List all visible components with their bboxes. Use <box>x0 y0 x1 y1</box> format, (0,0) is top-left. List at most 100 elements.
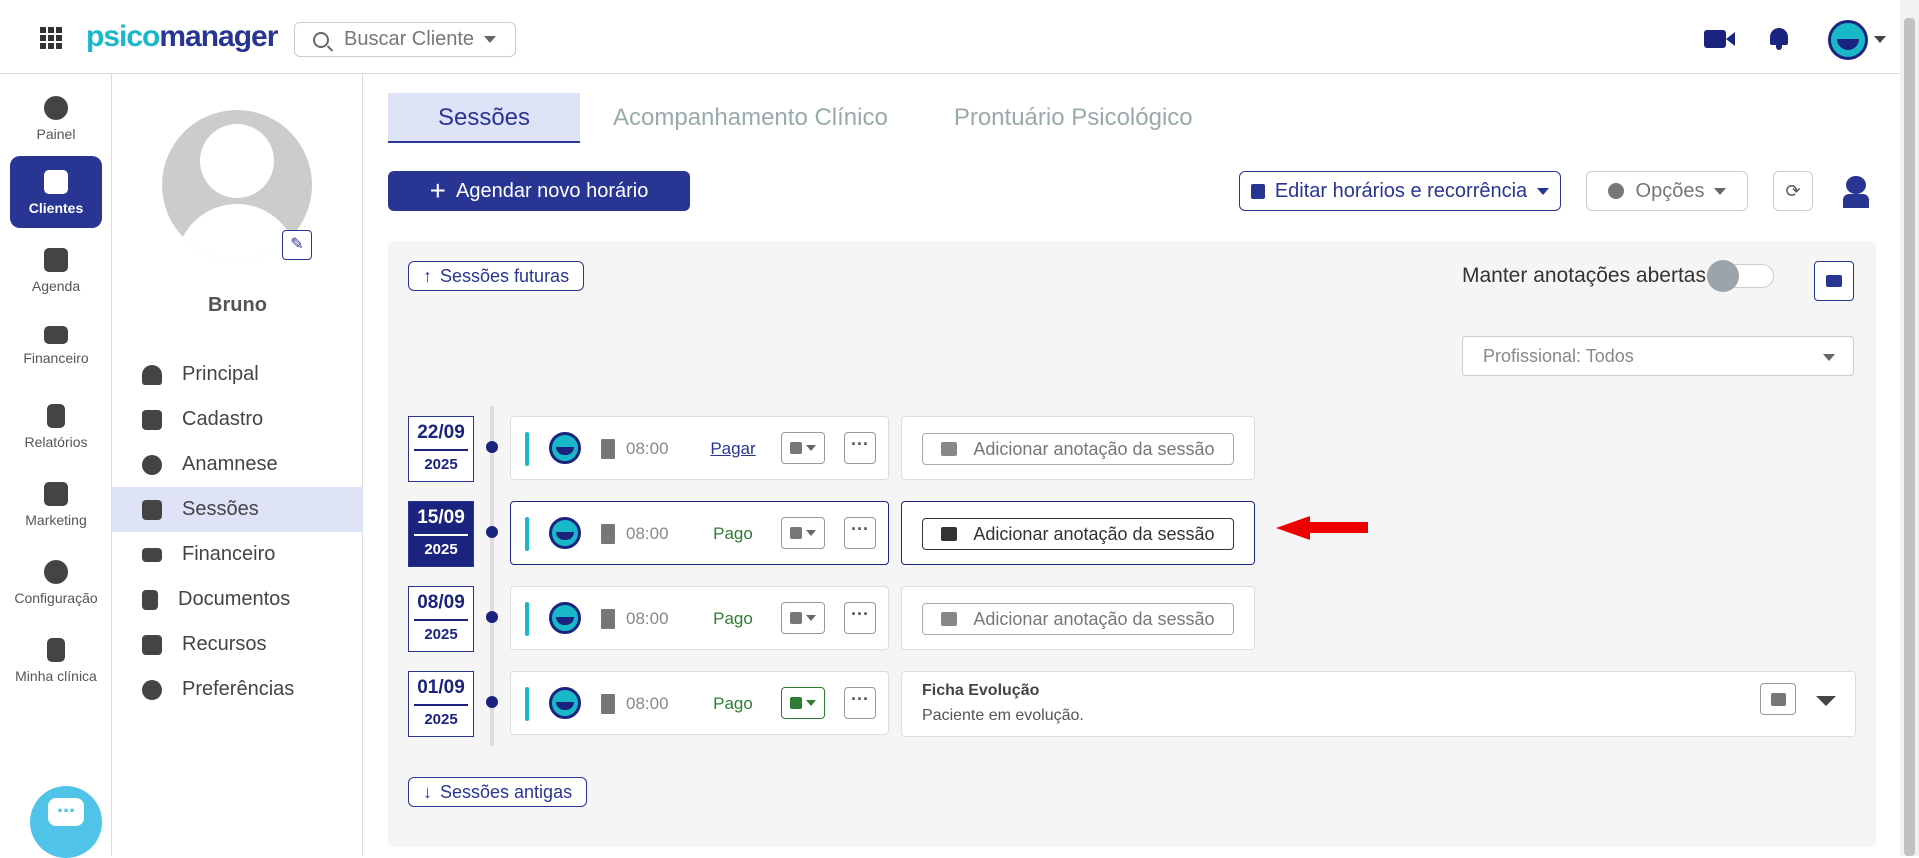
client-menu-recursos[interactable]: Recursos <box>112 622 363 667</box>
question-icon <box>142 454 162 475</box>
payment-status: Pago <box>713 694 753 713</box>
chevron-down-icon[interactable] <box>1874 36 1886 43</box>
chevron-down-icon <box>806 530 816 536</box>
building-icon <box>601 694 615 714</box>
options-button[interactable]: Opções <box>1586 171 1748 211</box>
main-nav-rail: Painel Clientes Agenda Financeiro Relató… <box>0 74 112 856</box>
nav-financeiro[interactable]: Financeiro <box>10 312 102 384</box>
top-bar: psicomanager Buscar Cliente <box>0 0 1900 74</box>
edit-note-button[interactable] <box>1760 683 1796 715</box>
status-dropdown[interactable] <box>781 517 825 549</box>
status-dropdown[interactable] <box>781 602 825 634</box>
status-dropdown-attended[interactable] <box>781 687 825 719</box>
client-menu-sessoes[interactable]: Sessões <box>112 487 363 532</box>
chevron-down-icon[interactable] <box>1816 696 1836 706</box>
evolution-title: Ficha Evolução <box>922 682 1040 699</box>
chat-support-icon[interactable] <box>30 786 102 858</box>
apps-grid-icon[interactable] <box>40 27 62 49</box>
schedule-new-button[interactable]: + Agendar novo horário <box>388 171 690 211</box>
client-name: Bruno <box>208 294 267 316</box>
money-icon <box>44 326 68 344</box>
professional-avatar <box>549 602 581 634</box>
payment-status: Pago <box>713 609 753 628</box>
search-client-dropdown[interactable]: Buscar Cliente <box>294 22 516 57</box>
more-options-button[interactable]: ··· <box>844 432 876 464</box>
chevron-down-icon <box>484 36 497 43</box>
building-icon <box>601 609 615 629</box>
past-sessions-button[interactable]: ↓ Sessões antigas <box>408 777 588 807</box>
tab-sessoes[interactable]: Sessões <box>388 93 580 143</box>
nav-agenda[interactable]: Agenda <box>10 234 102 306</box>
edit-icon <box>142 409 162 430</box>
calendar-icon <box>790 612 802 624</box>
nav-configuracao[interactable]: Configuração <box>10 546 102 618</box>
assistant-robot-icon[interactable] <box>1843 176 1869 208</box>
tab-prontuario-psicologico[interactable]: Prontuário Psicológico <box>921 93 1226 143</box>
client-menu-financeiro[interactable]: Financeiro <box>112 532 363 577</box>
bell-icon[interactable] <box>1768 26 1790 50</box>
client-panel: ✎ Bruno Principal Cadastro Anamnese Sess… <box>112 74 363 856</box>
nav-painel[interactable]: Painel <box>10 82 102 154</box>
evolution-note-card: Ficha Evolução Paciente em evolução. <box>901 671 1856 737</box>
status-dropdown[interactable] <box>781 432 825 464</box>
session-date: 01/09 2025 <box>408 671 474 737</box>
arrow-down-icon: ↓ <box>423 781 432 802</box>
edit-photo-button[interactable]: ✎ <box>282 230 312 260</box>
gear-icon <box>1607 183 1624 199</box>
chevron-down-icon <box>1714 187 1727 195</box>
gear-icon <box>142 679 162 700</box>
building-icon <box>601 524 615 544</box>
client-menu-documentos[interactable]: Documentos <box>112 577 363 622</box>
professional-avatar <box>549 517 581 549</box>
building-icon <box>47 638 65 662</box>
card-view-button[interactable] <box>1814 261 1854 301</box>
session-time: 08:00 <box>626 694 669 713</box>
more-options-button[interactable]: ··· <box>844 517 876 549</box>
session-date-selected: 15/09 2025 <box>408 501 474 567</box>
session-card[interactable]: 08:00 Pago ··· <box>510 501 889 565</box>
timeline-dot <box>486 441 498 453</box>
client-menu-anamnese[interactable]: Anamnese <box>112 442 363 487</box>
user-avatar[interactable] <box>1828 20 1868 60</box>
session-card[interactable]: 08:00 Pagar ··· <box>510 416 889 480</box>
session-card[interactable]: 08:00 Pago ··· <box>510 586 889 650</box>
professional-filter-select[interactable]: Profissional: Todos <box>1462 336 1854 376</box>
search-icon <box>313 31 329 48</box>
session-card[interactable]: 08:00 Pago ··· <box>510 671 889 735</box>
pay-link[interactable]: Pagar <box>703 439 763 459</box>
refresh-button[interactable]: ⟳ <box>1773 171 1813 211</box>
add-session-note-button[interactable]: Adicionar anotação da sessão <box>922 603 1234 635</box>
video-call-icon[interactable] <box>1704 30 1735 48</box>
chevron-down-icon <box>806 615 816 621</box>
page-scrollbar[interactable] <box>1900 0 1919 856</box>
calendar-icon <box>790 442 802 454</box>
future-sessions-button[interactable]: ↑ Sessões futuras <box>408 261 585 291</box>
note-edit-icon <box>941 442 958 456</box>
nav-clientes[interactable]: Clientes <box>10 156 102 228</box>
nav-minha-clinica[interactable]: Minha clínica <box>10 624 102 696</box>
briefcase-icon <box>142 499 162 520</box>
keep-notes-toggle[interactable] <box>1707 260 1774 292</box>
session-tabs: Sessões Acompanhamento Clínico Prontuári… <box>388 93 1226 143</box>
client-menu-preferencias[interactable]: Preferências <box>112 667 363 712</box>
client-menu-cadastro[interactable]: Cadastro <box>112 397 363 442</box>
client-menu-principal[interactable]: Principal <box>112 352 363 397</box>
chevron-down-icon <box>1537 187 1550 195</box>
edit-schedule-button[interactable]: Editar horários e recorrência <box>1239 171 1561 211</box>
more-options-button[interactable]: ··· <box>844 602 876 634</box>
arrow-up-icon: ↑ <box>423 265 432 286</box>
document-icon <box>142 589 158 610</box>
keep-notes-label: Manter anotações abertas <box>1462 264 1706 287</box>
add-session-note-button[interactable]: Adicionar anotação da sessão <box>922 433 1234 465</box>
app-logo[interactable]: psicomanager <box>86 20 278 54</box>
tab-acompanhamento-clinico[interactable]: Acompanhamento Clínico <box>580 93 921 143</box>
more-options-button[interactable]: ··· <box>844 687 876 719</box>
nav-relatorios[interactable]: Relatórios <box>10 390 102 462</box>
timeline-dot <box>486 611 498 623</box>
add-session-note-button[interactable]: Adicionar anotação da sessão <box>922 518 1234 550</box>
nav-marketing[interactable]: Marketing <box>10 468 102 540</box>
calendar-icon <box>44 248 68 272</box>
search-placeholder: Buscar Cliente <box>344 28 475 50</box>
timeline-dot <box>486 696 498 708</box>
chevron-down-icon <box>1823 354 1835 361</box>
